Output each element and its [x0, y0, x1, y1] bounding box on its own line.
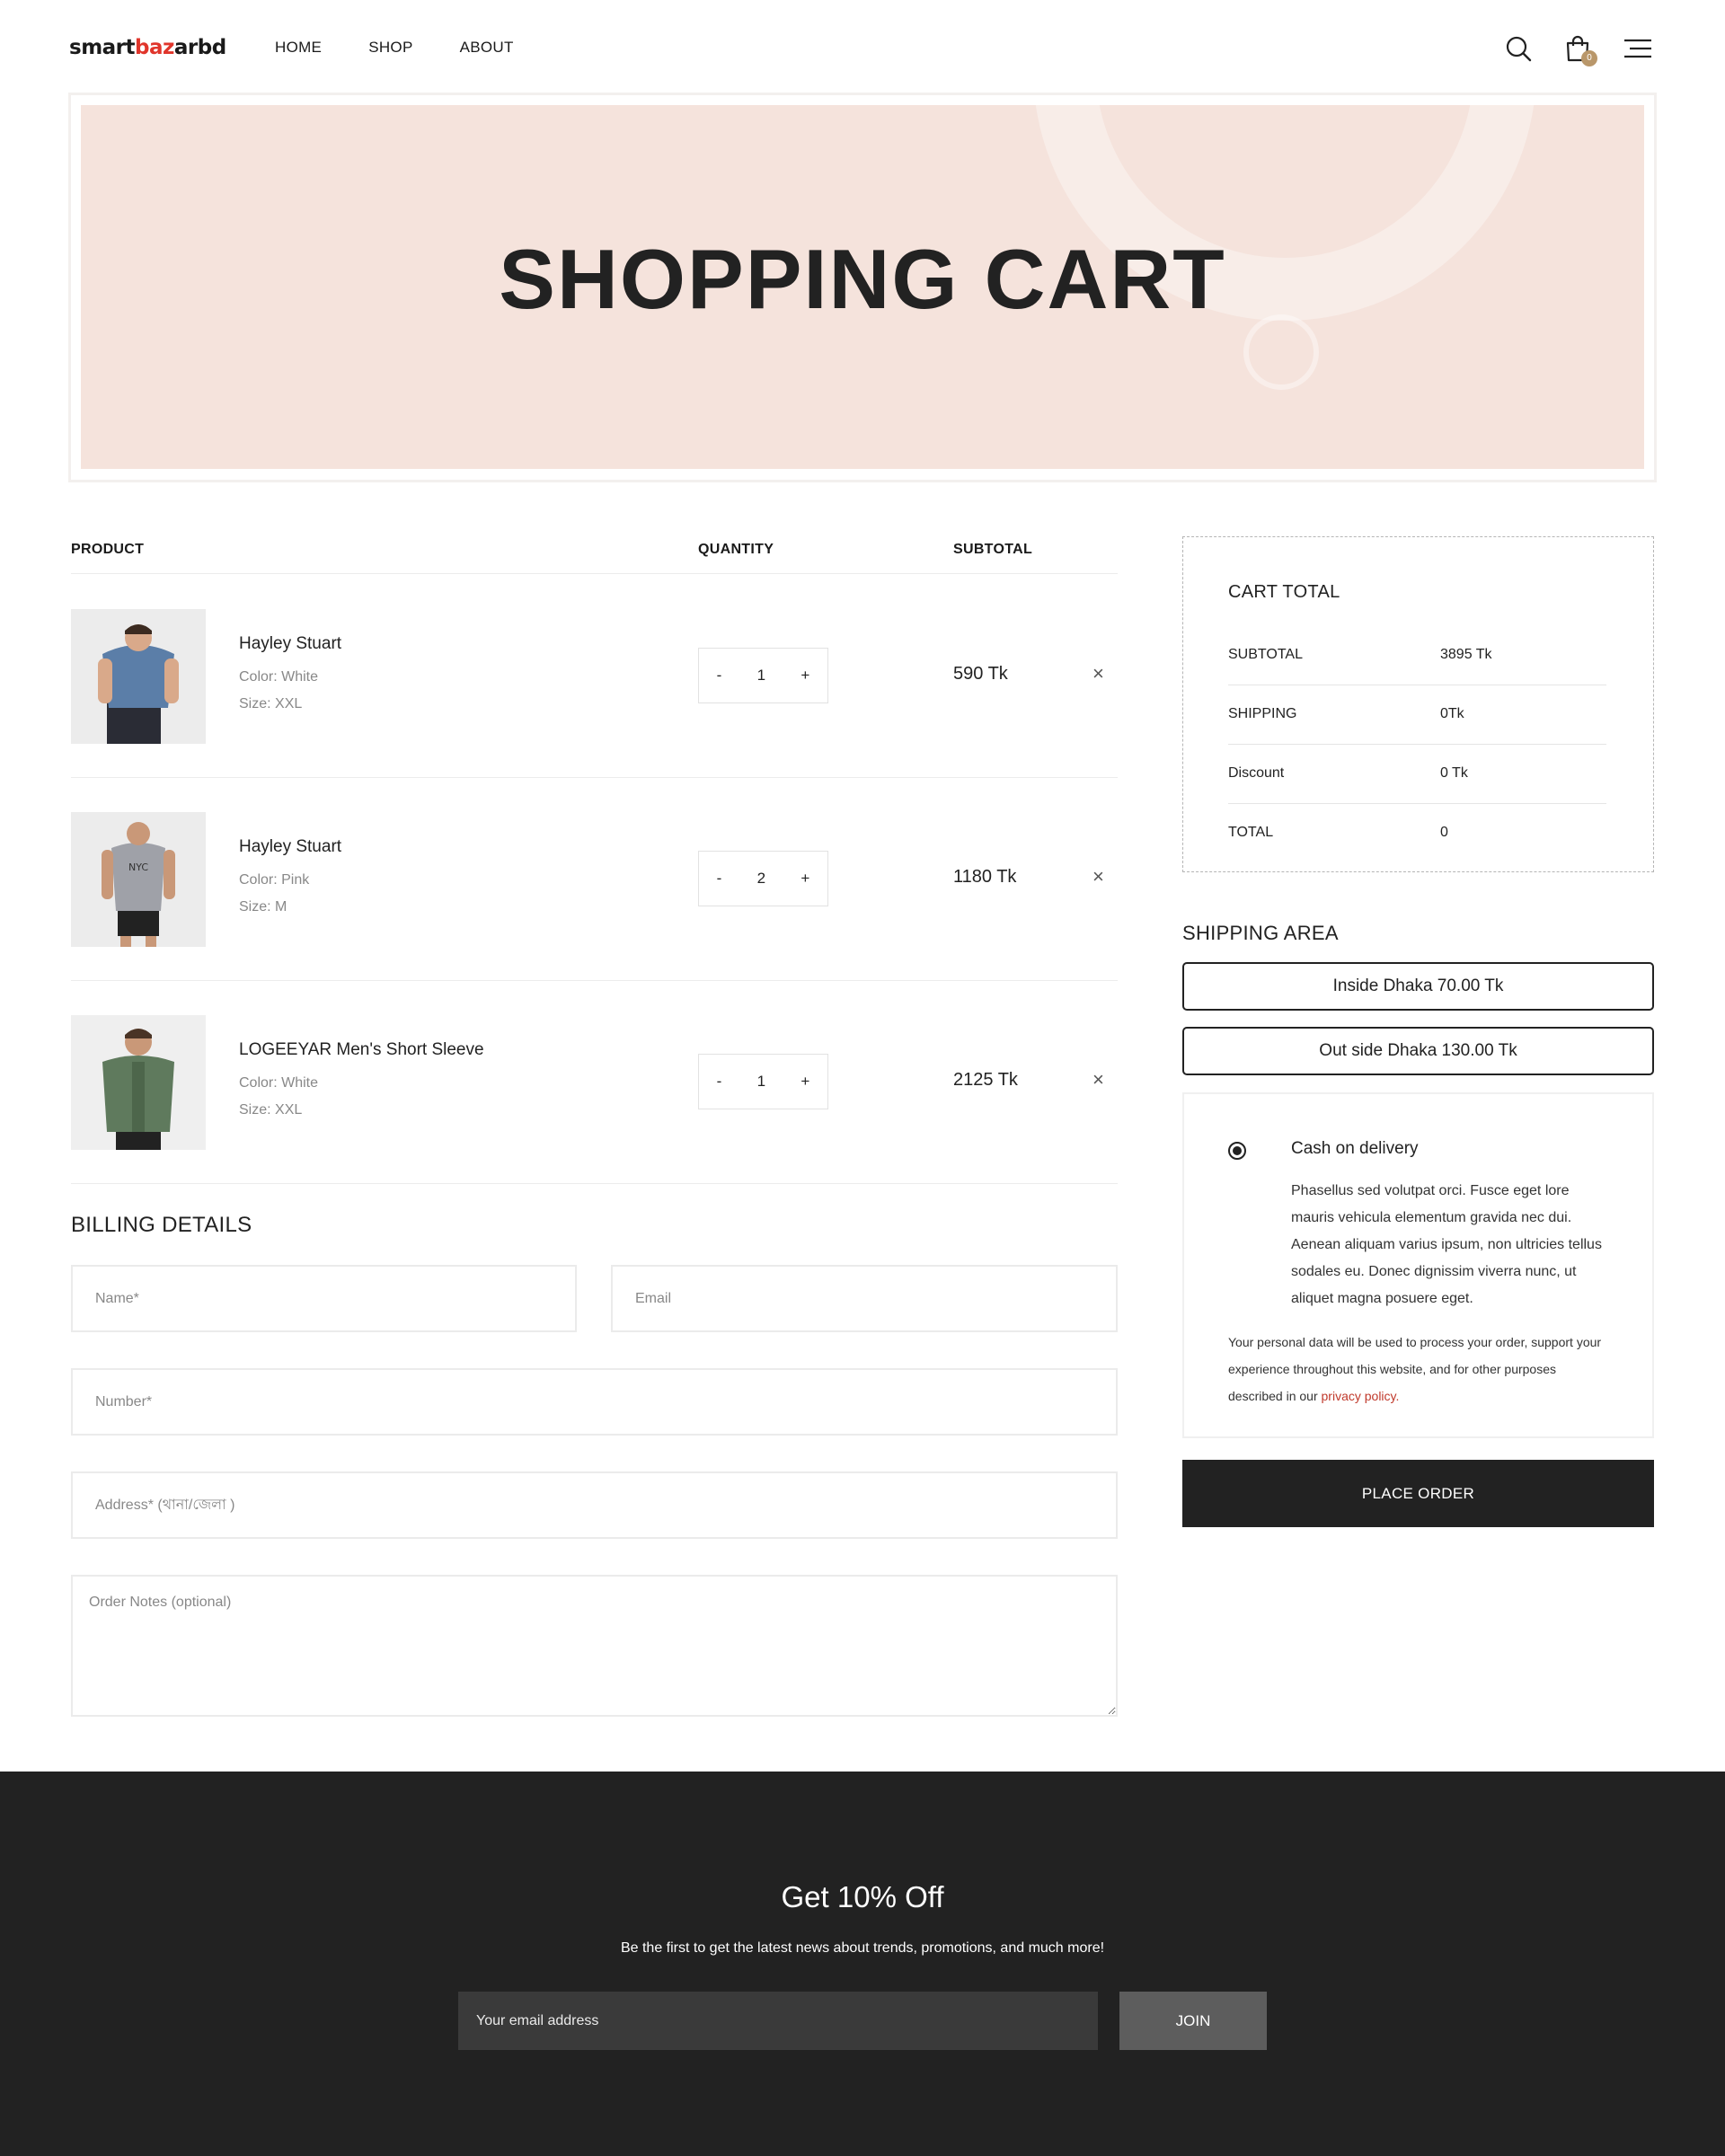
total-row-label: SHIPPING — [1228, 706, 1297, 721]
divider — [1228, 744, 1606, 745]
product-photo-man-green-jacket — [71, 1015, 206, 1150]
divider — [1228, 803, 1606, 804]
increase-qty-button[interactable]: + — [801, 1073, 809, 1091]
item-subtotal: 1180 Tk — [953, 867, 1017, 887]
cart-count-badge: 0 — [1581, 50, 1597, 66]
main-nav: HOME SHOP ABOUT — [275, 39, 514, 57]
total-row-label: SUBTOTAL — [1228, 647, 1303, 662]
product-color: Color: White — [239, 1075, 319, 1091]
product-name[interactable]: Hayley Stuart — [239, 837, 341, 857]
number-field[interactable] — [71, 1368, 1118, 1436]
col-header-quantity: QUANTITY — [698, 542, 774, 557]
decrease-qty-button[interactable]: - — [717, 1073, 722, 1091]
page-title: SHOPPING CART — [499, 232, 1226, 326]
svg-text:NYC: NYC — [128, 862, 148, 873]
logo-text-prefix: smart — [69, 36, 136, 59]
shipping-outside-dhaka-button[interactable]: Out side Dhaka 130.00 Tk — [1182, 1027, 1654, 1075]
nav-about[interactable]: ABOUT — [460, 39, 514, 57]
product-name[interactable]: Hayley Stuart — [239, 634, 341, 654]
payment-method-label[interactable]: Cash on delivery — [1291, 1139, 1419, 1159]
logo-text-suffix: arbd — [173, 36, 226, 59]
product-color: Color: Pink — [239, 872, 310, 888]
product-image[interactable]: NYC — [71, 812, 206, 947]
product-photo-man-blue-shirt — [71, 609, 206, 744]
email-field[interactable] — [611, 1265, 1118, 1332]
nav-home[interactable]: HOME — [275, 39, 322, 57]
quantity-value[interactable]: 1 — [757, 667, 765, 685]
divider — [71, 573, 1118, 574]
newsletter-email-input[interactable] — [458, 1992, 1098, 2050]
place-order-button[interactable]: PLACE ORDER — [1182, 1460, 1654, 1527]
remove-item-icon[interactable]: × — [1092, 1068, 1104, 1091]
newsletter-subtitle: Be the first to get the latest news abou… — [620, 1940, 1105, 1956]
divider — [71, 777, 1118, 778]
privacy-notice: Your personal data will be used to proce… — [1228, 1329, 1606, 1409]
total-row-value: 0 — [1440, 825, 1448, 840]
order-notes-field[interactable] — [71, 1575, 1118, 1717]
newsletter-title: Get 10% Off — [781, 1880, 944, 1913]
total-row-value: 3895 Tk — [1440, 647, 1492, 662]
shipping-inside-dhaka-button[interactable]: Inside Dhaka 70.00 Tk — [1182, 962, 1654, 1011]
nav-shop[interactable]: SHOP — [368, 39, 412, 57]
cash-on-delivery-radio[interactable] — [1228, 1142, 1246, 1160]
remove-item-icon[interactable]: × — [1092, 662, 1104, 685]
quantity-stepper: - 1 + — [698, 1054, 828, 1109]
divider — [71, 980, 1118, 981]
col-header-subtotal: SUBTOTAL — [953, 542, 1033, 557]
divider — [71, 1183, 1118, 1184]
increase-qty-button[interactable]: + — [801, 870, 809, 888]
address-field[interactable] — [71, 1471, 1118, 1539]
site-header: smartbazarbd HOME SHOP ABOUT 0 — [0, 0, 1725, 93]
total-row-label: Discount — [1228, 765, 1285, 781]
billing-title: BILLING DETAILS — [71, 1213, 252, 1237]
product-size: Size: XXL — [239, 1102, 303, 1118]
quantity-stepper: - 2 + — [698, 851, 828, 906]
item-subtotal: 2125 Tk — [953, 1070, 1018, 1090]
payment-description: Phasellus sed volutpat orci. Fusce eget … — [1291, 1183, 1602, 1306]
quantity-stepper: - 1 + — [698, 648, 828, 703]
logo-text-accent: baz — [135, 36, 174, 59]
page-banner: SHOPPING CART — [81, 105, 1644, 469]
col-header-product: PRODUCT — [71, 542, 145, 557]
name-field[interactable] — [71, 1265, 577, 1332]
quantity-value[interactable]: 2 — [757, 870, 765, 888]
product-size: Size: XXL — [239, 696, 303, 711]
total-row-value: 0Tk — [1440, 706, 1464, 721]
item-subtotal: 590 Tk — [953, 664, 1008, 684]
product-image[interactable] — [71, 1015, 206, 1150]
product-name[interactable]: LOGEEYAR Men's Short Sleeve — [239, 1040, 484, 1060]
total-row-label: TOTAL — [1228, 825, 1274, 840]
product-image[interactable] — [71, 609, 206, 744]
decrease-qty-button[interactable]: - — [717, 870, 722, 888]
total-row-value: 0 Tk — [1440, 765, 1468, 781]
shipping-area-title: SHIPPING AREA — [1182, 922, 1339, 944]
privacy-policy-link[interactable]: privacy policy. — [1322, 1389, 1400, 1403]
menu-icon[interactable] — [1623, 34, 1653, 63]
remove-item-icon[interactable]: × — [1092, 865, 1104, 888]
logo[interactable]: smartbazarbd — [69, 36, 226, 59]
product-color: Color: White — [239, 669, 319, 685]
newsletter-footer — [0, 1772, 1725, 2156]
search-icon[interactable] — [1504, 34, 1533, 63]
join-button[interactable]: JOIN — [1119, 1992, 1267, 2050]
increase-qty-button[interactable]: + — [801, 667, 809, 685]
decrease-qty-button[interactable]: - — [717, 667, 722, 685]
privacy-text: Your personal data will be used to proce… — [1228, 1335, 1602, 1403]
product-photo-man-grey-hoodie: NYC — [71, 812, 206, 947]
cart-total-title: CART TOTAL — [1228, 582, 1340, 602]
product-size: Size: M — [239, 899, 288, 915]
quantity-value[interactable]: 1 — [757, 1073, 765, 1091]
